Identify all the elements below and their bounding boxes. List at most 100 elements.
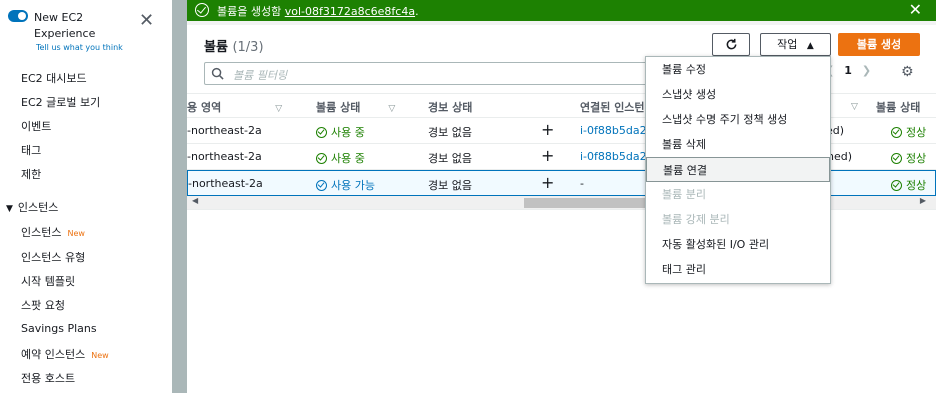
header-availability-zone[interactable]: 용 영역 ▽ (187, 99, 282, 115)
cell-state: 사용 가능 (316, 177, 375, 193)
flash-text: 볼륨을 생성함 (217, 5, 282, 18)
state-text: 사용 중 (331, 126, 365, 139)
check-circle-icon (891, 153, 902, 164)
create-volume-button[interactable]: 볼륨 생성 (838, 33, 920, 56)
flash-message: 볼륨을 생성함 vol-08f3172a8c6e8fc4a. (217, 3, 419, 19)
header-alarm-status[interactable]: 경보 상태 (428, 99, 472, 115)
sort-icon: ▽ (851, 102, 858, 112)
close-icon[interactable]: ✕ (909, 0, 922, 19)
header-label: 용 영역 (187, 101, 222, 114)
state-text: 사용 가능 (331, 179, 375, 192)
cell-az: -northeast-2a (188, 177, 263, 190)
chevron-right-icon[interactable]: ❯ (862, 64, 871, 77)
cell-status: 정상 (891, 124, 926, 140)
menu-item-create-snapshot[interactable]: 스냅샷 생성 (646, 82, 830, 107)
item-label: 예약 인스턴스 (21, 348, 86, 361)
toggle-knob (18, 12, 26, 20)
scroll-left-icon[interactable]: ◀ (192, 196, 198, 205)
refresh-icon (726, 38, 736, 50)
sidebar-item-events[interactable]: 이벤트 (21, 118, 51, 134)
search-input[interactable]: 볼륨 필터링 (204, 62, 647, 85)
sidebar-item-limits[interactable]: 제한 (21, 166, 41, 182)
cell-alarm: 경보 없음 (428, 126, 472, 139)
actions-dropdown-menu: 볼륨 수정 스냅샷 생성 스냅샷 수명 주기 정책 생성 볼륨 삭제 볼륨 연결… (645, 56, 831, 284)
cell-az: -northeast-2a (187, 150, 262, 163)
actions-button[interactable]: 작업 ▲ (760, 33, 831, 56)
check-circle-icon (195, 3, 209, 17)
menu-item-attach-volume[interactable]: 볼륨 연결 (646, 157, 830, 182)
cell-state: 사용 중 (316, 124, 365, 140)
check-circle-icon (316, 180, 327, 191)
caret-up-icon: ▲ (806, 41, 814, 51)
menu-item-detach-volume: 볼륨 분리 (662, 188, 706, 201)
instance-link: - (580, 177, 584, 190)
feedback-link[interactable]: Tell us what you think (36, 43, 123, 52)
plus-icon[interactable]: + (541, 146, 554, 165)
new-badge: New (67, 229, 85, 238)
sidebar-title: New EC2 Experience (34, 11, 96, 40)
sidebar-item-dedicated-hosts[interactable]: 전용 호스트 (21, 370, 75, 386)
sidebar-item-instances[interactable]: 인스턴스 New (21, 224, 85, 240)
caret-down-icon: ▼ (6, 204, 13, 214)
menu-item-force-detach-volume: 볼륨 강제 분리 (662, 213, 730, 226)
menu-item-modify-volume[interactable]: 볼륨 수정 (646, 57, 830, 82)
success-flash-bar: 볼륨을 생성함 vol-08f3172a8c6e8fc4a. ✕ (187, 0, 936, 21)
refresh-button[interactable] (712, 33, 750, 56)
flash-period: . (415, 5, 419, 18)
sort-icon: ▽ (275, 104, 283, 114)
page-title: 볼륨 (1/3) (204, 36, 264, 55)
selection-count: (1/3) (232, 40, 264, 55)
instance-link[interactable]: i-0f88b5da2 (580, 150, 647, 163)
state-text: 사용 중 (331, 152, 365, 165)
cell-alarm: 경보 없음 (428, 152, 472, 165)
cell-alarm: 경보 없음 (428, 179, 472, 192)
new-experience-toggle[interactable] (8, 10, 28, 22)
sidebar-item-ec2-dashboard[interactable]: EC2 대시보드 (21, 70, 87, 86)
header-attached-instance[interactable]: 연결된 인스턴 (580, 99, 645, 115)
scroll-right-icon[interactable]: ▶ (920, 196, 926, 205)
title-text: 볼륨 (204, 40, 228, 55)
header-volume-status[interactable]: 볼륨 상태 (876, 99, 920, 115)
menu-item-manage-auto-enabled-io[interactable]: 자동 활성화된 I/O 관리 (646, 232, 830, 257)
settings-gear-icon[interactable]: ⚙ (901, 64, 914, 80)
sidebar-item-instance-types[interactable]: 인스턴스 유형 (21, 249, 85, 265)
plus-icon[interactable]: + (541, 173, 554, 192)
sort-icon: ▽ (388, 104, 396, 114)
volume-id-link[interactable]: vol-08f3172a8c6e8fc4a (285, 5, 415, 18)
plus-icon[interactable]: + (541, 120, 554, 139)
pagination: ❮1❯ (825, 64, 871, 77)
header-volume-state[interactable]: 볼륨 상태 ▽ (316, 99, 395, 115)
cell-status: 정상 (891, 150, 926, 166)
sidebar-item-reserved-instances[interactable]: 예약 인스턴스 New (21, 346, 109, 362)
instance-link[interactable]: i-0f88b5da2 (580, 124, 647, 137)
item-label: 인스턴스 (21, 226, 62, 239)
actions-label: 작업 (777, 38, 798, 51)
header-label: 볼륨 상태 (316, 101, 361, 114)
sidebar-item-global-view[interactable]: EC2 글로벌 보기 (21, 94, 100, 110)
page-number[interactable]: 1 (844, 64, 852, 77)
status-text: 정상 (906, 126, 927, 139)
sidebar-scrollbar[interactable] (172, 0, 187, 393)
check-circle-icon (891, 180, 902, 191)
sidebar-item-savings-plans[interactable]: Savings Plans (21, 322, 97, 335)
search-icon (211, 67, 224, 80)
section-label: 인스턴스 (17, 201, 59, 214)
check-circle-icon (316, 153, 327, 164)
status-text: 정상 (906, 152, 927, 165)
menu-item-delete-volume[interactable]: 볼륨 삭제 (646, 132, 830, 157)
check-circle-icon (316, 127, 327, 138)
cell-az: -northeast-2a (187, 124, 262, 137)
check-circle-icon (891, 127, 902, 138)
menu-item-manage-tags[interactable]: 태그 관리 (646, 257, 830, 282)
menu-item-create-lifecycle-policy[interactable]: 스냅샷 수명 주기 정책 생성 (646, 107, 830, 132)
sidebar-section-instances[interactable]: ▼ 인스턴스 (6, 199, 58, 215)
sidebar-item-spot-requests[interactable]: 스팟 요청 (21, 297, 65, 313)
sidebar-item-launch-templates[interactable]: 시작 템플릿 (21, 273, 75, 289)
sidebar-item-tags[interactable]: 태그 (21, 142, 41, 158)
sidebar: New EC2 Experience Tell us what you thin… (0, 0, 172, 393)
search-placeholder: 볼륨 필터링 (233, 69, 288, 82)
cell-state: 사용 중 (316, 150, 365, 166)
close-icon[interactable]: ✕ (139, 12, 154, 30)
new-badge: New (91, 351, 109, 360)
status-text: 정상 (906, 179, 927, 192)
